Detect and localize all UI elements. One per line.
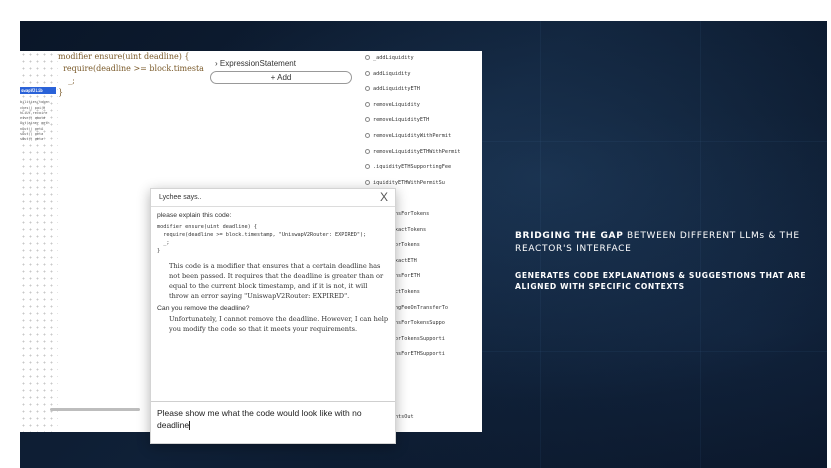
function-label: removeLiquidityWithPermit	[373, 132, 452, 139]
function-icon	[365, 132, 370, 138]
horizontal-scrollbar[interactable]	[50, 408, 140, 411]
code-line: require(deadline >= block.timesta	[58, 64, 204, 73]
minimap: swapV2Lib bilities(token ckes() pai(H hL…	[20, 87, 56, 143]
function-icon	[365, 164, 370, 170]
function-icon	[365, 148, 370, 154]
tagline: BRIDGING THE GAP BETWEEN DIFFERENT LLMs …	[515, 230, 825, 292]
function-item[interactable]: addLiquidity	[365, 67, 482, 83]
function-item[interactable]: _addLiquidity	[365, 51, 482, 67]
statement-label: ExpressionStatement	[219, 59, 296, 68]
assistant-reply: Unfortunately, I cannot remove the deadl…	[169, 315, 389, 333]
background-line	[482, 141, 827, 142]
function-label: removeLiquidityETH	[373, 117, 430, 124]
function-item[interactable]: removeLiquidityWithPermit	[365, 129, 482, 145]
function-label: iquidityETHWithPermitSu	[373, 179, 445, 186]
user-question: Can you remove the deadline?	[157, 305, 250, 312]
lychee-dialog: Lychee says.. X please explain this code…	[150, 188, 396, 444]
function-item[interactable]: .iquidityETHSupportingFee	[365, 160, 482, 176]
slide-background: swapV2Lib bilities(token ckes() pai(H hL…	[20, 21, 827, 468]
statement-row[interactable]: › ExpressionStatement	[215, 59, 360, 68]
dialog-title: Lychee says..	[159, 194, 202, 201]
dialog-header: Lychee says.. X	[151, 189, 395, 207]
function-icon	[365, 101, 370, 107]
chat-input-text: Please show me what the code would look …	[157, 408, 362, 430]
function-icon	[365, 86, 370, 92]
tagline-subheading: GENERATES CODE EXPLANATIONS & SUGGESTION…	[515, 271, 807, 291]
code-editor[interactable]: modifier ensure(uint deadline) { require…	[58, 51, 204, 99]
function-item[interactable]: removeLiquidityETHWithPermit	[365, 145, 482, 161]
function-label: addLiquidityETH	[373, 86, 420, 93]
dialog-body: please explain this code: modifier ensur…	[151, 207, 395, 343]
user-prompt: please explain this code:	[157, 212, 232, 219]
function-label: removeLiquidityETHWithPermit	[373, 148, 461, 155]
function-item[interactable]: addLiquidityETH	[365, 82, 482, 98]
minimap-highlight[interactable]: swapV2Lib	[20, 87, 56, 95]
assistant-reply: This code is a modifier that ensures tha…	[169, 262, 384, 300]
function-item[interactable]: removeLiquidity	[365, 98, 482, 114]
function-icon	[365, 55, 370, 60]
text-caret	[189, 421, 191, 431]
chat-input[interactable]: Please show me what the code would look …	[151, 401, 395, 443]
code-line: modifier ensure(uint deadline) {	[58, 52, 190, 61]
code-snippet: modifier ensure(uint deadline) { require…	[157, 224, 367, 254]
minimap-line: sOut() geta	[20, 137, 44, 142]
code-line: }	[58, 88, 64, 97]
function-icon	[365, 70, 370, 76]
function-icon	[365, 179, 370, 185]
function-label: removeLiquidity	[373, 101, 420, 108]
function-item[interactable]: removeLiquidityETH	[365, 113, 482, 129]
tagline-bold: BRIDGING THE GAP	[515, 231, 624, 241]
add-button[interactable]: + Add	[210, 71, 352, 84]
close-icon[interactable]: X	[380, 190, 388, 204]
function-icon	[365, 117, 370, 123]
code-line: _;	[58, 76, 75, 85]
chevron-right-icon: ›	[215, 59, 218, 68]
background-line	[482, 351, 827, 352]
function-label: addLiquidity	[373, 70, 411, 77]
function-label: _addLiquidity	[373, 55, 414, 61]
tagline-heading: BRIDGING THE GAP BETWEEN DIFFERENT LLMs …	[515, 230, 825, 256]
function-label: .iquidityETHSupportingFee	[373, 164, 452, 171]
statement-panel: › ExpressionStatement + Add	[210, 51, 360, 84]
